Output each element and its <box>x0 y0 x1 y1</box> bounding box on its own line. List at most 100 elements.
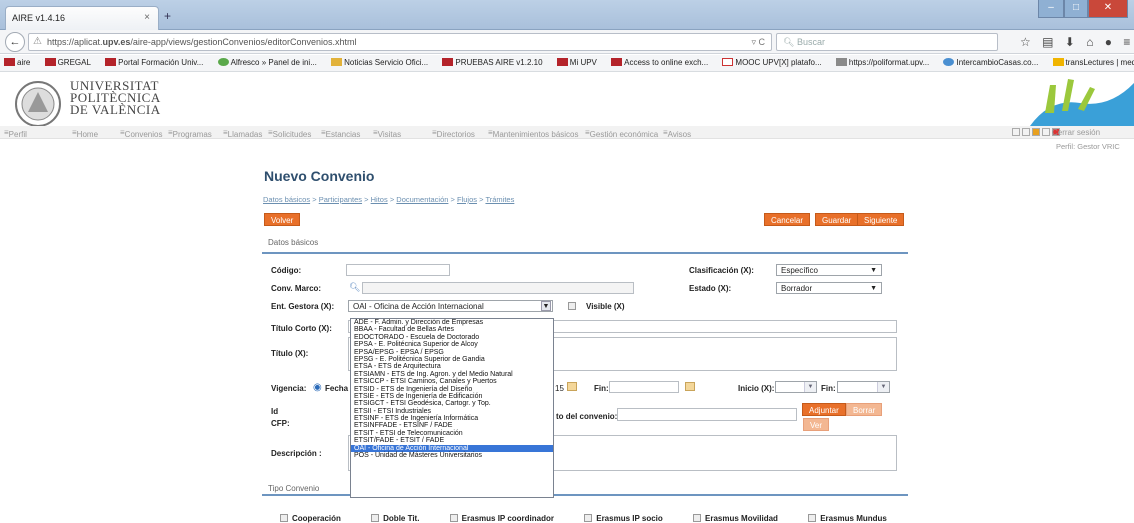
clasificacion-select[interactable]: Específico ▼ <box>776 264 882 276</box>
dropdown-option[interactable]: BBAA - Facultad de Bellas Artes <box>351 326 553 333</box>
inicio-select[interactable]: ▼ <box>775 381 817 393</box>
bookmark-item[interactable]: Portal Formación Univ... <box>105 58 209 67</box>
url-bar[interactable]: ⚠ https://aplicat.upv.es/aire-app/views/… <box>28 33 772 51</box>
dropdown-option[interactable]: ETSID - ETS de Ingeniería del Diseño <box>351 386 553 393</box>
breadcrumb-hitos[interactable]: Hitos <box>371 195 388 204</box>
breadcrumb-documentacion[interactable]: Documentación <box>396 195 448 204</box>
back-arrow-icon[interactable]: ← <box>5 32 25 52</box>
estado-select[interactable]: Borrador ▼ <box>776 282 882 294</box>
maximize-icon[interactable]: □ <box>1064 0 1088 18</box>
siguiente-button[interactable]: Siguiente <box>857 213 905 226</box>
breadcrumb-tramites[interactable]: Trámites <box>485 195 514 204</box>
menu-item-estancias[interactable]: ≡ Estancias <box>321 128 360 139</box>
bookmark-item[interactable]: Access to online exch... <box>611 58 714 67</box>
breadcrumb-flujos[interactable]: Flujos <box>457 195 477 204</box>
menu-item-perfil[interactable]: ≡ Perfil <box>4 128 27 139</box>
guardar-button[interactable]: Guardar <box>815 213 859 226</box>
browser-tab[interactable]: AIRE v1.4.16 × <box>5 6 159 30</box>
dropdown-option[interactable]: ADE - F. Admin. y Dirección de Empresas <box>351 319 553 326</box>
search-icon[interactable]: 🔍︎ <box>349 282 360 293</box>
menu-item-convenios[interactable]: ≡ Convenios <box>120 128 162 139</box>
bookmark-item[interactable]: MOOC UPV[X] platafo... <box>722 58 827 67</box>
ent-gestora-label: Ent. Gestora (X): <box>271 302 335 311</box>
breadcrumb: Datos básicos > Participantes > Hitos > … <box>263 195 514 204</box>
browser-toolbar-icons: ☆ ▤ ⬇ ⌂ ● ≡ <box>1020 35 1130 49</box>
calendar-icon[interactable] <box>685 382 695 391</box>
download-icon[interactable]: ⬇ <box>1065 35 1075 49</box>
dropdown-option[interactable]: ETSINFFADE - ETSINF / FADE <box>351 422 553 429</box>
menu-item-gestion-economica[interactable]: ≡ Gestión económica <box>585 128 658 139</box>
bookmark-item[interactable]: IntercambioCasas.co... <box>943 58 1044 67</box>
menu-item-visitas[interactable]: ≡ Visitas <box>373 128 401 139</box>
pocket-icon[interactable]: ● <box>1105 35 1112 49</box>
breadcrumb-participantes[interactable]: Participantes <box>319 195 362 204</box>
estado-value: Borrador <box>781 284 813 293</box>
aa-icon[interactable] <box>1012 128 1020 136</box>
bookmark-star-icon[interactable]: ☆ <box>1020 35 1031 49</box>
cancelar-button[interactable]: Cancelar <box>764 213 811 226</box>
dropdown-option[interactable]: ETSII - ETSI Industriales <box>351 408 553 415</box>
codigo-input[interactable] <box>346 264 450 276</box>
bookmark-item[interactable]: transLectures | media ... <box>1052 58 1134 67</box>
dropdown-option[interactable]: ETSIT/FADE - ETSIT / FADE <box>351 437 553 444</box>
help-icon[interactable] <box>1022 128 1030 136</box>
menu-item-avisos[interactable]: ≡ Avisos <box>663 128 691 139</box>
dropdown-option[interactable]: EPSA/EPSG - EPSA / EPSG <box>351 349 553 356</box>
breadcrumb-separator: > <box>312 195 317 204</box>
menu-item-llamadas[interactable]: ≡ Llamadas <box>223 128 262 139</box>
chevron-down-icon: ▼ <box>870 267 877 274</box>
reload-icon[interactable]: ▿ C <box>751 37 765 48</box>
dropdown-option[interactable]: ETSA - ETS de Arquitectura <box>351 363 553 370</box>
bookmark-item[interactable]: Alfresco » Panel de ini... <box>217 58 323 67</box>
bookmark-item[interactable]: Mi UPV <box>556 58 603 67</box>
dropdown-option[interactable]: OAI - Oficina de Acción Internacional <box>351 444 553 453</box>
id-label: Id <box>271 407 279 416</box>
logout-link[interactable]: Cerrar sesión <box>1052 128 1100 137</box>
breadcrumb-datos-basicos[interactable]: Datos básicos <box>263 195 310 204</box>
menu-item-home[interactable]: ≡ Home <box>72 128 98 139</box>
bookmark-item[interactable]: aire <box>4 58 36 67</box>
bookmark-item[interactable]: https://poliformat.upv... <box>835 58 935 67</box>
print-icon[interactable] <box>1042 128 1050 136</box>
menu-icon[interactable]: ≡ <box>1123 35 1130 49</box>
home-icon[interactable]: ⌂ <box>1086 35 1093 49</box>
fecha-radio[interactable]: ◉ <box>313 382 322 393</box>
fin2-select[interactable]: ▼ <box>837 381 890 393</box>
close-window-icon[interactable]: ✕ <box>1088 0 1128 18</box>
menu-item-solicitudes[interactable]: ≡ Solicitudes <box>268 128 311 139</box>
dropdown-option[interactable]: ETSIT - ETSI de Telecomunicación <box>351 430 553 437</box>
adjuntar-button[interactable]: Adjuntar <box>802 403 846 416</box>
documento-convenio-input[interactable] <box>617 408 797 421</box>
dropdown-option[interactable]: ETSINF - ETS de Ingeniería Informática <box>351 415 553 422</box>
fecha-fin-input[interactable] <box>609 381 679 393</box>
new-tab-button[interactable]: + <box>164 9 171 23</box>
calendar-icon[interactable] <box>567 382 577 391</box>
search-input[interactable]: 🔍︎ Buscar <box>776 33 998 51</box>
volver-button[interactable]: Volver <box>264 213 301 226</box>
visible-checkbox[interactable] <box>568 302 576 310</box>
menu-item-mantenimientos[interactable]: ≡ Mantenimientos básicos <box>488 128 579 139</box>
dropdown-option[interactable]: ETSICCP - ETSI Caminos, Canales y Puerto… <box>351 378 553 385</box>
dropdown-option[interactable]: EPSA - E. Politécnica Superior de Alcoy <box>351 341 553 348</box>
bookmark-item[interactable]: Noticias Servicio Ofici... <box>331 58 434 67</box>
ent-gestora-select[interactable]: OAI - Oficina de Acción Internacional ▼ <box>348 300 553 312</box>
dropdown-option[interactable]: EPSG - E. Politécnica Superior de Gandia <box>351 356 553 363</box>
dropdown-option[interactable]: ETSIGCT - ETSI Geodésica, Cartogr. y Top… <box>351 400 553 407</box>
menu-item-programas[interactable]: ≡ Programas <box>168 128 212 139</box>
fin-label: Fin: <box>594 384 609 393</box>
conv-marco-input[interactable] <box>362 282 634 294</box>
menu-item-directorios[interactable]: ≡ Directorios <box>432 128 475 139</box>
reading-list-icon[interactable]: ▤ <box>1042 35 1053 49</box>
bookmark-item[interactable]: GREGAL <box>44 58 97 67</box>
borrar-button[interactable]: Borrar <box>846 403 883 416</box>
dropdown-option[interactable]: POS - Unidad de Másteres Universitarios <box>351 452 553 459</box>
tab-close-icon[interactable]: × <box>144 12 150 23</box>
upv-bookmark-icon <box>4 58 15 66</box>
info-icon[interactable] <box>1032 128 1040 136</box>
dropdown-option[interactable]: ETSIE - ETS de Ingeniería de Edificación <box>351 393 553 400</box>
bookmark-item[interactable]: PRUEBAS AIRE v1.2.10 <box>442 58 548 67</box>
ver-button[interactable]: Ver <box>803 418 830 431</box>
dropdown-option[interactable]: ETSIAMN - ETS de Ing. Agron. y del Medio… <box>351 371 553 378</box>
minimize-icon[interactable]: – <box>1038 0 1064 18</box>
dropdown-option[interactable]: EDOCTORADO - Escuela de Doctorado <box>351 334 553 341</box>
